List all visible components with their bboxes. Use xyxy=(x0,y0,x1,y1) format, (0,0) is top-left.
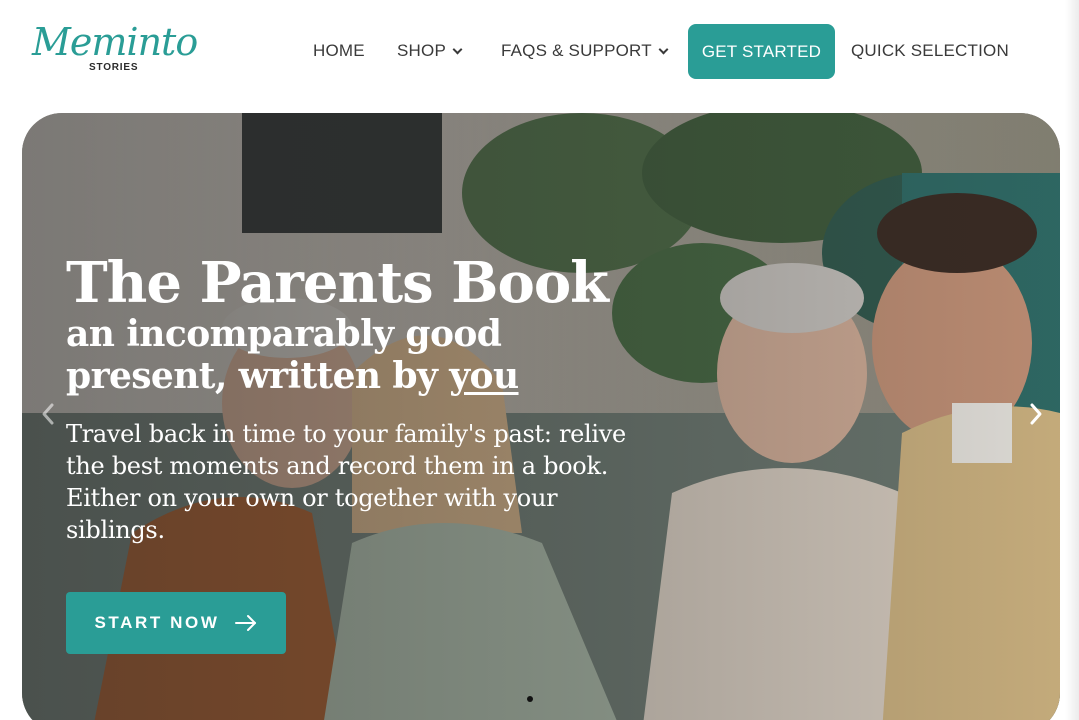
site-header: Meminto STORIES HOME SHOP FAQS & SUPPORT… xyxy=(0,0,1079,112)
hero-subtitle-emphasis: you xyxy=(449,355,519,397)
brand-logo[interactable]: Meminto STORIES xyxy=(32,20,198,80)
hero-title: The Parents Book xyxy=(66,250,609,316)
hero-slider: The Parents Book an incomparably good pr… xyxy=(22,113,1060,720)
logo-subtitle: STORIES xyxy=(89,62,139,73)
nav-shop[interactable]: SHOP xyxy=(397,24,463,78)
slider-prev-button[interactable] xyxy=(36,399,60,429)
nav-faqs-label: FAQS & SUPPORT xyxy=(501,41,652,60)
nav-home[interactable]: HOME xyxy=(313,24,365,78)
page-edge-shadow xyxy=(1065,0,1079,720)
start-now-label: START NOW xyxy=(94,613,220,632)
slider-next-button[interactable] xyxy=(1024,399,1048,429)
hero-subtitle-text: an incomparably good present, written by xyxy=(66,313,502,397)
slider-dot-active[interactable] xyxy=(527,696,533,702)
nav-quick-selection-label: QUICK SELECTION xyxy=(851,41,1009,60)
logo-wordmark: Meminto xyxy=(32,20,198,64)
start-now-button[interactable]: START NOW xyxy=(66,592,286,654)
nav-quick-selection[interactable]: QUICK SELECTION xyxy=(851,24,1009,78)
chevron-down-icon xyxy=(452,44,463,54)
nav-faqs-support[interactable]: FAQS & SUPPORT xyxy=(501,24,669,78)
hero-description: Travel back in time to your family's pas… xyxy=(66,420,626,544)
get-started-button[interactable]: GET STARTED xyxy=(688,24,835,79)
nav-home-label: HOME xyxy=(313,41,365,60)
chevron-left-icon xyxy=(42,403,54,425)
get-started-label: GET STARTED xyxy=(701,41,822,61)
nav-shop-label: SHOP xyxy=(397,41,446,60)
chevron-right-icon xyxy=(1030,403,1042,425)
hero-subtitle: an incomparably good present, written by… xyxy=(66,313,626,397)
arrow-right-icon xyxy=(234,615,256,631)
chevron-down-icon xyxy=(658,44,669,54)
